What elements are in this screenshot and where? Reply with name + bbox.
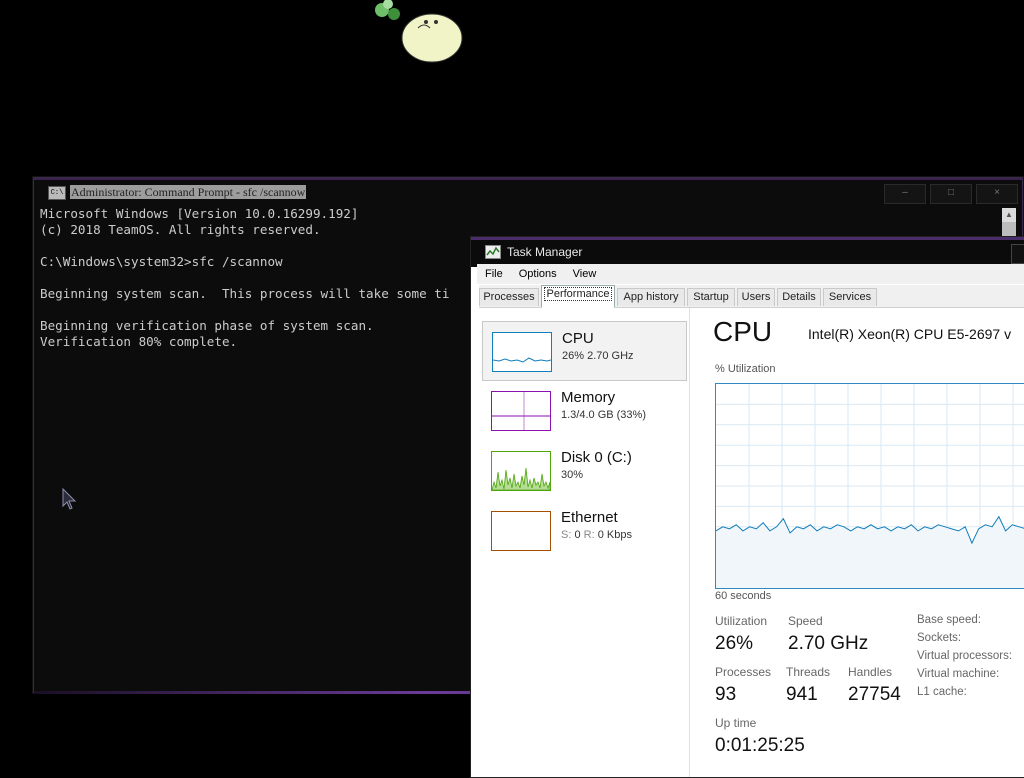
task-manager-title: Task Manager [507,245,583,259]
scroll-up-arrow-icon[interactable]: ▲ [1002,208,1016,222]
command-prompt-icon: C:\ [48,186,66,200]
console-line: Beginning system scan. This process will… [40,286,450,301]
tab-label: Users [741,291,771,303]
console-line: Microsoft Windows [Version 10.0.16299.19… [40,206,359,221]
ethernet-sparkline [491,511,551,551]
tab-label: Processes [483,291,535,303]
task-manager-icon [485,245,501,259]
resource-name: Disk 0 (C:) [561,449,632,466]
performance-panel: CPU 26% 2.70 GHz Memory 1.3/4.0 GB (33%)… [479,308,1024,777]
resource-detail: S: 0 R: 0 Kbps [561,529,632,541]
handles-value: 27754 [848,684,901,705]
menu-bar: File Options View [477,264,1024,284]
maximize-button[interactable]: □ [930,184,972,204]
resource-name: CPU [562,330,594,347]
tab-startup[interactable]: Startup [687,288,735,306]
base-speed-label: Base speed: [917,614,981,626]
cmd-window-title: Administrator: Command Prompt - sfc /sca… [70,185,307,199]
task-manager-title-bar[interactable]: Task Manager [471,237,1024,267]
cpu-utilization-graph [715,383,1024,589]
memory-sparkline [491,391,551,431]
resource-detail: 30% [561,469,584,481]
cpu-heading: CPU [713,316,773,347]
scrollbar-thumb[interactable] [1002,222,1016,236]
tab-users[interactable]: Users [737,288,775,306]
resource-detail: 26% 2.70 GHz [562,350,634,362]
handles-label: Handles [848,665,893,679]
cpu-utilization-area [716,516,1024,588]
disk-sparkline [491,451,551,491]
tab-performance[interactable]: Performance [541,285,615,308]
receive-label: R: [583,529,595,541]
tab-label: Services [828,291,872,303]
cpu-sparkline [492,332,552,372]
resource-name: Memory [561,389,616,406]
send-value: 0 [574,529,581,541]
graph-time-span-label: 60 seconds [715,590,772,602]
tab-label: Performance [543,287,613,301]
tab-services[interactable]: Services [823,288,877,306]
menu-options[interactable]: Options [511,265,565,285]
tab-details[interactable]: Details [777,288,821,306]
close-button[interactable]: × [976,184,1018,204]
resource-item-disk[interactable]: Disk 0 (C:) 30% [482,441,685,499]
window-control-button[interactable] [1011,244,1024,264]
tab-strip: Processes Performance App history Startu… [479,285,1024,308]
mouse-cursor-icon [62,488,77,510]
sockets-label: Sockets: [917,632,962,644]
receive-value: 0 Kbps [597,529,632,541]
utilization-value: 26% [715,633,754,654]
resource-detail: 1.3/4.0 GB (33%) [561,409,646,421]
console-line: (c) 2018 TeamOS. All rights reserved. [40,222,321,237]
virtual-machine-label: Virtual machine: [917,668,1000,680]
threads-label: Threads [786,665,831,679]
resource-list: CPU 26% 2.70 GHz Memory 1.3/4.0 GB (33%)… [479,308,690,777]
tab-label: Startup [693,291,729,303]
minimize-button[interactable]: – [884,184,926,204]
cpu-detail-panel: CPU Intel(R) Xeon(R) CPU E5-2697 v % Uti… [690,308,1024,777]
tab-app-history[interactable]: App history [617,288,685,306]
utilization-label: Utilization [715,614,768,628]
resource-item-ethernet[interactable]: Ethernet S: 0 R: 0 Kbps [482,501,685,559]
processes-label: Processes [715,665,772,679]
cmd-title-bar[interactable]: C:\ Administrator: Command Prompt - sfc … [34,178,1022,206]
cpu-model-name: Intel(R) Xeon(R) CPU E5-2697 v [808,326,1012,342]
uptime-label: Up time [715,716,757,730]
threads-value: 941 [786,684,818,705]
console-line: C:\Windows\system32>sfc /scannow [40,254,283,269]
resource-name: Ethernet [561,509,618,526]
console-output[interactable]: Microsoft Windows [Version 10.0.16299.19… [40,206,449,350]
speed-value: 2.70 GHz [788,633,869,654]
console-line: Verification 80% complete. [40,334,238,349]
l1-cache-label: L1 cache: [917,686,967,698]
tab-label: Details [782,291,816,303]
tab-label: App history [623,291,679,303]
tab-processes[interactable]: Processes [479,288,539,306]
task-manager-window[interactable]: Task Manager File Options View Processes P… [470,236,1024,778]
processes-value: 93 [715,684,737,705]
menu-file[interactable]: File [477,265,511,285]
resource-item-memory[interactable]: Memory 1.3/4.0 GB (33%) [482,381,685,439]
menu-view[interactable]: View [565,265,605,285]
utilization-axis-label: % Utilization [715,363,776,375]
console-line: Beginning verification phase of system s… [40,318,374,333]
virtual-processors-label: Virtual processors: [917,650,1013,662]
send-label: S: [561,529,572,541]
desktop-mascot-image [375,0,463,63]
resource-item-cpu[interactable]: CPU 26% 2.70 GHz [482,321,687,381]
uptime-value: 0:01:25:25 [715,735,805,756]
speed-label: Speed [788,614,823,628]
